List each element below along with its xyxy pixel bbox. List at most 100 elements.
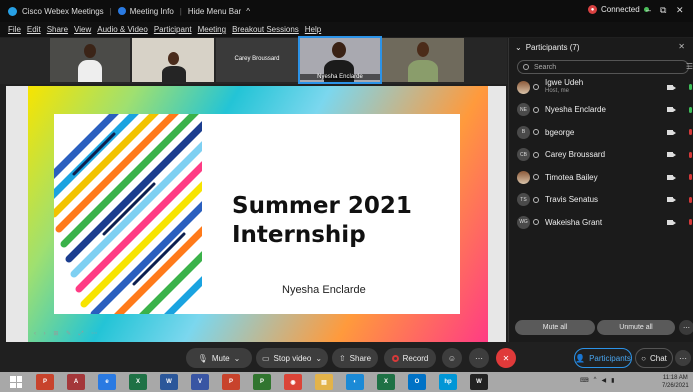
taskbar-app-icon[interactable]: P bbox=[36, 374, 54, 390]
video-tile[interactable] bbox=[382, 38, 464, 82]
list-options-icon[interactable]: ☰ bbox=[686, 62, 693, 71]
video-tile[interactable] bbox=[132, 38, 214, 82]
menu-share[interactable]: Share bbox=[47, 25, 68, 34]
video-tile-active-speaker[interactable]: Nyesha Enclarde bbox=[298, 36, 382, 84]
chevron-down-icon[interactable]: ⌄ bbox=[515, 43, 522, 52]
menu-edit[interactable]: Edit bbox=[27, 25, 41, 34]
taskbar-app-icon[interactable]: X bbox=[377, 374, 395, 390]
menu-file[interactable]: File bbox=[8, 25, 21, 34]
info-icon[interactable] bbox=[117, 7, 126, 15]
hide-menu-bar-button[interactable]: Hide Menu Bar bbox=[188, 7, 241, 16]
participant-name-block: Nyesha Enclarde bbox=[545, 105, 667, 114]
microphone-on-icon[interactable] bbox=[689, 84, 692, 90]
participants-search-input[interactable]: Search bbox=[517, 60, 689, 74]
stop-video-button[interactable]: ▭ Stop video ⌄ bbox=[256, 348, 328, 368]
participant-row[interactable]: Bbgeorge bbox=[517, 123, 692, 141]
system-tray[interactable]: ⌨ ^ ◀ ▮ bbox=[580, 377, 614, 384]
taskbar-app-icon[interactable]: hp bbox=[439, 374, 457, 390]
restore-button[interactable]: ⧉ bbox=[660, 5, 666, 16]
avatar: CB bbox=[517, 148, 530, 161]
volume-icon[interactable]: ◀ bbox=[602, 377, 607, 384]
close-icon[interactable]: ✕ bbox=[678, 42, 685, 51]
share-button[interactable]: ⇧ Share bbox=[332, 348, 378, 368]
unmute-all-button[interactable]: Unmute all bbox=[597, 320, 675, 335]
participant-row[interactable]: Igwe Udeh Host, me bbox=[517, 78, 692, 96]
menu-meeting[interactable]: Meeting bbox=[198, 25, 226, 34]
chevron-down-icon[interactable]: ⌄ bbox=[315, 354, 322, 363]
chevron-down-icon[interactable]: ⌄ bbox=[234, 354, 241, 363]
microphone-muted-icon[interactable] bbox=[689, 174, 692, 180]
video-tile[interactable] bbox=[50, 38, 130, 82]
taskbar-app-icon[interactable]: V bbox=[191, 374, 209, 390]
more-options-button[interactable]: ⋯ bbox=[469, 348, 489, 368]
connection-status[interactable]: ● Connected bbox=[588, 5, 649, 14]
participant-head bbox=[417, 42, 429, 57]
participant-row[interactable]: CB Carey Broussard bbox=[517, 146, 692, 164]
taskbar-app-icon[interactable]: W bbox=[470, 374, 488, 390]
slide-navigation-toolbar[interactable]: ‹ › ⊞ ✎ ⤢ ⋯ bbox=[34, 330, 100, 338]
chat-button[interactable]: ○ Chat bbox=[635, 348, 673, 368]
chevron-up-icon[interactable]: ^ bbox=[594, 377, 597, 384]
microphone-muted-icon[interactable] bbox=[689, 129, 692, 135]
participant-row[interactable]: NE Nyesha Enclarde bbox=[517, 101, 692, 119]
microphone-muted-icon[interactable] bbox=[689, 219, 692, 225]
taskbar-app-icon[interactable]: O bbox=[408, 374, 426, 390]
participants-header[interactable]: ⌄ Participants (7) bbox=[515, 43, 580, 52]
taskbar-app-icon[interactable]: X bbox=[129, 374, 147, 390]
menu-participant[interactable]: Participant bbox=[154, 25, 192, 34]
slide-presenter-name: Nyesha Enclarde bbox=[282, 284, 366, 296]
system-clock[interactable]: 11:18 AM 7/26/2021 bbox=[662, 374, 689, 390]
avatar bbox=[517, 170, 530, 184]
avatar: TS bbox=[517, 193, 530, 206]
more-options-button[interactable]: ⋯ bbox=[679, 320, 693, 335]
video-camera-icon bbox=[667, 129, 676, 135]
app-title: Cisco Webex Meetings bbox=[22, 6, 104, 16]
share-label: Share bbox=[349, 353, 372, 363]
participant-head bbox=[84, 44, 96, 58]
taskbar-app-icon[interactable]: e bbox=[98, 374, 116, 390]
windows-taskbar: P Ae X W V P P ◉ ▤ ◐ X Ohp W ⌨ ^ ◀ ▮ 11:18 AM 7/26/2… bbox=[0, 372, 693, 392]
participant-row[interactable]: WG Wakeisha Grant bbox=[517, 213, 692, 231]
video-camera-icon: ▭ bbox=[261, 353, 270, 363]
more-panels-button[interactable]: ⋯ bbox=[675, 350, 691, 366]
menu-view[interactable]: View bbox=[74, 25, 91, 34]
taskbar-app-icon[interactable]: P bbox=[253, 374, 271, 390]
participant-row[interactable]: TS Travis Senatus bbox=[517, 191, 692, 209]
menu-breakout-sessions[interactable]: Breakout Sessions bbox=[232, 25, 299, 34]
leave-meeting-button[interactable]: ✕ bbox=[496, 348, 516, 368]
record-button[interactable]: Record bbox=[384, 348, 436, 368]
mute-button[interactable]: 🎙 Mute ⌄ bbox=[186, 348, 252, 368]
taskbar-app-icon[interactable]: P bbox=[222, 374, 240, 390]
chat-label: Chat bbox=[649, 353, 667, 363]
participant-name-block: Carey Broussard bbox=[545, 150, 667, 159]
microphone-on-icon[interactable] bbox=[689, 106, 692, 113]
meeting-info-button[interactable]: Meeting Info bbox=[130, 7, 174, 16]
shared-content-area[interactable]: Summer 2021 Internship Nyesha Enclarde ‹… bbox=[6, 86, 506, 342]
microphone-muted-icon[interactable] bbox=[689, 196, 692, 203]
menu-help[interactable]: Help bbox=[305, 25, 321, 34]
mute-all-button[interactable]: Mute all bbox=[515, 320, 595, 335]
taskbar-app-icon[interactable]: W bbox=[160, 374, 178, 390]
keyboard-icon[interactable]: ⌨ bbox=[580, 377, 589, 384]
menu-audio-video[interactable]: Audio & Video bbox=[97, 25, 148, 34]
participant-row[interactable]: Timotea Bailey bbox=[517, 168, 692, 186]
reactions-button[interactable]: ☺ bbox=[442, 348, 462, 368]
title-bar: Cisco Webex Meetings | Meeting Info | Hi… bbox=[0, 0, 693, 22]
participant-name: Nyesha Enclarde bbox=[545, 105, 606, 114]
participant-name-block: Timotea Bailey bbox=[545, 173, 667, 182]
close-button[interactable]: ✕ bbox=[676, 5, 684, 16]
participants-toggle-button[interactable]: 👤 Participants bbox=[574, 348, 632, 368]
network-icon[interactable]: ▮ bbox=[611, 377, 614, 384]
minimize-button[interactable]: – bbox=[646, 5, 651, 15]
taskbar-app-icon[interactable]: ◉ bbox=[284, 374, 302, 390]
connection-status-icon bbox=[533, 174, 539, 180]
microphone-muted-icon[interactable] bbox=[689, 151, 692, 158]
taskbar-app-icon[interactable]: ▤ bbox=[315, 374, 333, 390]
chevron-up-icon[interactable]: ^ bbox=[246, 7, 250, 16]
participant-video bbox=[162, 66, 186, 82]
taskbar-app-icon[interactable]: A bbox=[67, 374, 85, 390]
video-tile[interactable]: Carey Broussard bbox=[216, 38, 298, 82]
participant-video bbox=[408, 60, 438, 82]
windows-start-icon[interactable] bbox=[10, 376, 22, 388]
taskbar-app-icon[interactable]: ◐ bbox=[346, 374, 364, 390]
